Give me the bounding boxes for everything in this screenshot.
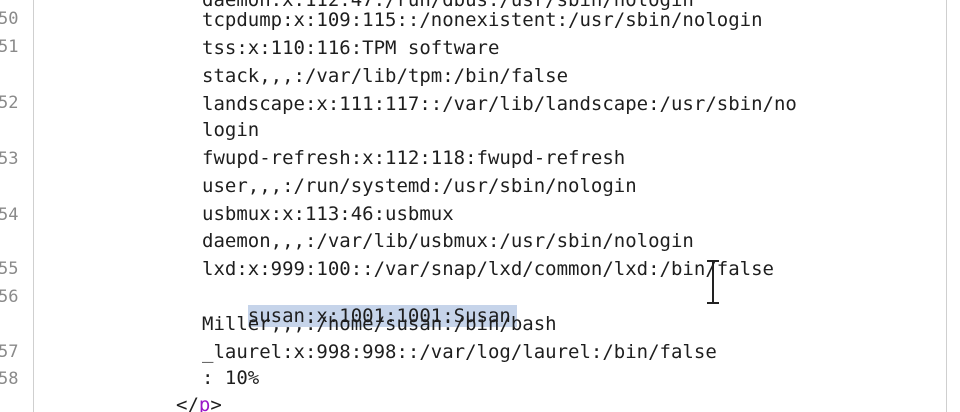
text-cursor-icon — [706, 260, 720, 304]
code-line[interactable]: lxd:x:999:100::/var/snap/lxd/common/lxd:… — [202, 259, 774, 279]
code-line[interactable]: : 10% — [202, 368, 259, 388]
line-number: 57 — [0, 342, 19, 362]
line-number: 51 — [0, 37, 19, 57]
code-line[interactable]: user,,,:/run/systemd:/usr/sbin/nologin — [202, 176, 637, 196]
line-number: 55 — [0, 259, 19, 279]
line-number-gutter: 50 51 52 53 54 55 56 57 58 — [0, 0, 34, 412]
code-line[interactable]: daemon,,,:/var/lib/usbmux:/usr/sbin/nolo… — [202, 231, 694, 251]
code-line[interactable]: Miller,,,:/home/susan:/bin/bash — [202, 314, 557, 334]
line-number: 50 — [0, 9, 19, 29]
code-line[interactable]: landscape:x:111:117::/var/lib/landscape:… — [202, 94, 797, 114]
closing-paragraph-tag[interactable]: </p> — [176, 395, 222, 412]
line-number: 52 — [0, 93, 19, 113]
line-number: 53 — [0, 149, 19, 169]
tag-open-bracket: </ — [176, 394, 199, 412]
code-line[interactable]: fwupd-refresh:x:112:118:fwupd-refresh — [202, 148, 625, 168]
code-line[interactable]: usbmux:x:113:46:usbmux — [202, 204, 454, 224]
line-number: 56 — [0, 287, 19, 307]
tag-name: p — [198, 394, 211, 412]
source-editor[interactable]: daemon:x:112:47:/run/dbus:/usr/sbin/nolo… — [34, 0, 946, 412]
line-number: 54 — [0, 205, 19, 225]
code-line[interactable]: _laurel:x:998:998::/var/log/laurel:/bin/… — [202, 342, 717, 362]
code-line[interactable]: tss:x:110:116:TPM software — [202, 38, 499, 58]
code-line[interactable]: stack,,,:/var/lib/tpm:/bin/false — [202, 66, 568, 86]
vertical-scrollbar[interactable] — [946, 0, 960, 412]
code-line[interactable]: tcpdump:x:109:115::/nonexistent:/usr/sbi… — [202, 10, 763, 30]
tag-close-bracket: > — [210, 394, 222, 412]
code-line[interactable]: login — [202, 120, 259, 140]
line-number: 58 — [0, 369, 19, 389]
